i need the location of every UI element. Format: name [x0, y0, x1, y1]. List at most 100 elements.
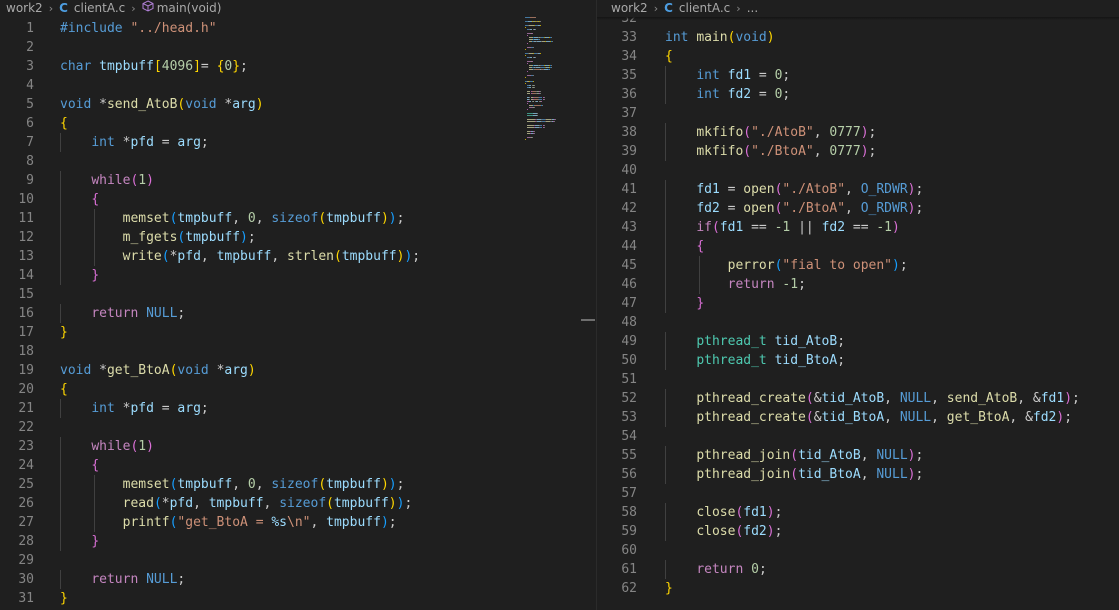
line-number[interactable]: 3 [0, 57, 34, 76]
line-number[interactable]: 14 [0, 266, 34, 285]
line-number[interactable]: 35 [597, 66, 637, 85]
code-line[interactable]: 25 memset(tmpbuff, 0, sizeof(tmpbuff)); [0, 475, 596, 494]
code-line[interactable]: 35 int fd1 = 0; [597, 66, 1119, 85]
line-number[interactable]: 25 [0, 475, 34, 494]
line-number[interactable]: 17 [0, 323, 34, 342]
breadcrumb-file[interactable]: clientA.c [679, 0, 730, 17]
line-number[interactable]: 2 [0, 38, 34, 57]
line-number[interactable]: 19 [0, 361, 34, 380]
code-line[interactable]: 34 { [597, 47, 1119, 66]
code-line[interactable]: 60 [597, 541, 1119, 560]
line-number[interactable]: 5 [0, 95, 34, 114]
code-line[interactable]: 61 return 0; [597, 560, 1119, 579]
line-number[interactable]: 54 [597, 427, 637, 446]
code-line[interactable]: 20 { [0, 380, 596, 399]
line-number[interactable]: 42 [597, 199, 637, 218]
line-number[interactable]: 53 [597, 408, 637, 427]
code-line[interactable]: 9 while(1) [0, 171, 596, 190]
breadcrumb-file[interactable]: clientA.c [74, 0, 125, 17]
code-line[interactable]: 30 return NULL; [0, 570, 596, 589]
code-line[interactable]: 6{ [0, 114, 596, 133]
line-number[interactable]: 56 [597, 465, 637, 484]
line-number[interactable]: 20 [0, 380, 34, 399]
line-number[interactable]: 12 [0, 228, 34, 247]
code-line[interactable]: 22 [0, 418, 596, 437]
line-number[interactable]: 4 [0, 76, 34, 95]
line-number[interactable]: 44 [597, 237, 637, 256]
line-number[interactable]: 38 [597, 123, 637, 142]
line-number[interactable]: 9 [0, 171, 34, 190]
code-line[interactable]: 7 int *pfd = arg; [0, 133, 596, 152]
line-number[interactable]: 24 [0, 456, 34, 475]
code-line[interactable]: 49 pthread_t tid_AtoB; [597, 332, 1119, 351]
code-line[interactable]: 28 } [0, 532, 596, 551]
code-editor[interactable]: 1 #include "../head.h" 2 3 char tmpbuff[4096… [0, 19, 596, 608]
code-line[interactable]: 50 pthread_t tid_BtoA; [597, 351, 1119, 370]
code-line[interactable]: 26 read(*pfd, tmpbuff, sizeof(tmpbuff)); [0, 494, 596, 513]
line-number[interactable]: 60 [597, 541, 637, 560]
code-line[interactable]: 54 [597, 427, 1119, 446]
line-number[interactable]: 7 [0, 133, 34, 152]
line-number[interactable]: 47 [597, 294, 637, 313]
code-line[interactable]: 21 int *pfd = arg; [0, 399, 596, 418]
code-editor[interactable]: 3233int main(void)34{35 int fd1 = 0;36 i… [597, 9, 1119, 598]
line-number[interactable]: 61 [597, 560, 637, 579]
code-line[interactable]: 5 void *send_AtoB(void *arg) [0, 95, 596, 114]
line-number[interactable]: 49 [597, 332, 637, 351]
code-line[interactable]: 29 [0, 551, 596, 570]
line-number[interactable]: 58 [597, 503, 637, 522]
code-line[interactable]: 8 [0, 152, 596, 171]
code-line[interactable]: 18 [0, 342, 596, 361]
line-number[interactable]: 28 [0, 532, 34, 551]
code-line[interactable]: 62} [597, 579, 1119, 598]
code-line[interactable]: 48 [597, 313, 1119, 332]
line-number[interactable]: 40 [597, 161, 637, 180]
line-number[interactable]: 16 [0, 304, 34, 323]
line-number[interactable]: 45 [597, 256, 637, 275]
code-line[interactable]: 36 int fd2 = 0; [597, 85, 1119, 104]
code-line[interactable]: 10 { [0, 190, 596, 209]
code-line[interactable]: 39 mkfifo("./BtoA", 0777); [597, 142, 1119, 161]
line-number[interactable]: 43 [597, 218, 637, 237]
code-line[interactable]: 24 { [0, 456, 596, 475]
code-line[interactable]: 58 close(fd1); [597, 503, 1119, 522]
code-line[interactable]: 52 pthread_create(&tid_AtoB, NULL, send_… [597, 389, 1119, 408]
line-number[interactable]: 31 [0, 589, 34, 608]
code-line[interactable]: 57 [597, 484, 1119, 503]
line-number[interactable]: 1 [0, 19, 34, 38]
code-line[interactable]: 41 fd1 = open("./AtoB", O_RDWR); [597, 180, 1119, 199]
code-line[interactable]: 17} [0, 323, 596, 342]
breadcrumb-folder[interactable]: work2 [611, 0, 648, 17]
line-number[interactable]: 8 [0, 152, 34, 171]
code-line[interactable]: 13 write(*pfd, tmpbuff, strlen(tmpbuff))… [0, 247, 596, 266]
line-number[interactable]: 10 [0, 190, 34, 209]
code-line[interactable]: 47 } [597, 294, 1119, 313]
line-number[interactable]: 55 [597, 446, 637, 465]
code-line[interactable]: 37 [597, 104, 1119, 123]
code-line[interactable]: 2 [0, 38, 596, 57]
code-line[interactable]: 43 if(fd1 == -1 || fd2 == -1) [597, 218, 1119, 237]
line-number[interactable]: 29 [0, 551, 34, 570]
code-line[interactable]: 55 pthread_join(tid_AtoB, NULL); [597, 446, 1119, 465]
code-line[interactable]: 19 void *get_BtoA(void *arg) [0, 361, 596, 380]
code-line[interactable]: 51 [597, 370, 1119, 389]
code-line[interactable]: 23 while(1) [0, 437, 596, 456]
editor-pane-left[interactable]: work2 › C clientA.c › main(void) 1 #inclu… [0, 0, 596, 610]
code-line[interactable]: 44 { [597, 237, 1119, 256]
line-number[interactable]: 26 [0, 494, 34, 513]
code-line[interactable]: 56 pthread_join(tid_BtoA, NULL); [597, 465, 1119, 484]
breadcrumb-symbol[interactable]: ... [747, 0, 758, 17]
line-number[interactable]: 57 [597, 484, 637, 503]
scrollbar-marker[interactable] [581, 319, 595, 321]
code-line[interactable]: 4 [0, 76, 596, 95]
code-line[interactable]: 12 m_fgets(tmpbuff); [0, 228, 596, 247]
line-number[interactable]: 18 [0, 342, 34, 361]
line-number[interactable]: 13 [0, 247, 34, 266]
line-number[interactable]: 36 [597, 85, 637, 104]
code-line[interactable]: 14 } [0, 266, 596, 285]
code-line[interactable]: 46 return -1; [597, 275, 1119, 294]
line-number[interactable]: 50 [597, 351, 637, 370]
code-line[interactable]: 11 memset(tmpbuff, 0, sizeof(tmpbuff)); [0, 209, 596, 228]
code-line[interactable]: 3 char tmpbuff[4096]= {0}; [0, 57, 596, 76]
line-number[interactable]: 6 [0, 114, 34, 133]
